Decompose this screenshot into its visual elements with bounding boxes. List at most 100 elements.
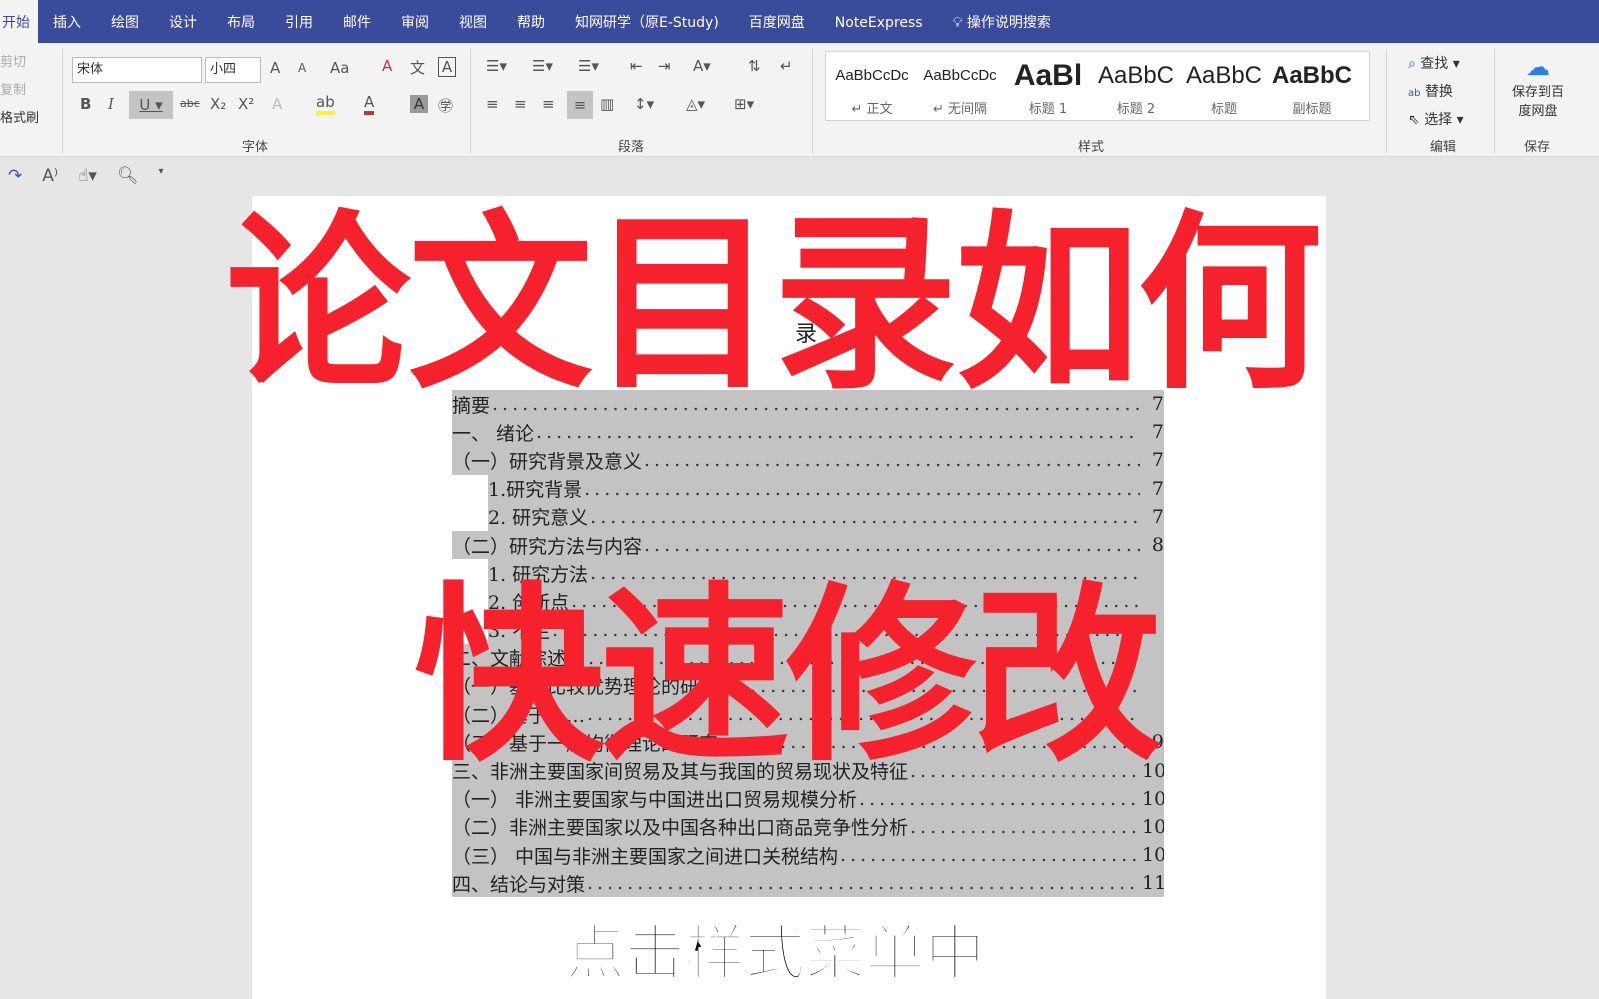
- style-sample: AaBbCcDc: [835, 67, 909, 84]
- bullets-icon[interactable]: ☰▾: [486, 57, 507, 75]
- tab-1[interactable]: 插入: [38, 0, 96, 43]
- baidu-cloud-icon: ☁: [1526, 53, 1550, 81]
- tab-2[interactable]: 绘图: [96, 0, 154, 43]
- borders-icon[interactable]: ⊞▾: [734, 95, 754, 113]
- search-icon: ⌕: [1408, 56, 1416, 72]
- enclose-character-icon[interactable]: ㊫: [438, 95, 453, 116]
- replace-button[interactable]: ab 替换: [1408, 81, 1453, 101]
- style-sample: AaBbCcDc: [923, 67, 997, 84]
- increase-indent-icon[interactable]: ⇥: [658, 57, 671, 75]
- tab-7[interactable]: 审阅: [386, 0, 444, 43]
- touch-mode-icon[interactable]: ☝▾: [78, 166, 97, 186]
- grow-font-icon[interactable]: A: [270, 59, 280, 77]
- style-item[interactable]: AaBbC 标题 2: [1092, 60, 1180, 117]
- toc-leader: [644, 449, 1140, 471]
- asian-layout-icon[interactable]: A▾: [693, 57, 711, 75]
- cut-button[interactable]: 剪切: [0, 51, 26, 70]
- sort-icon[interactable]: ⇅: [748, 57, 761, 75]
- print-preview-icon[interactable]: 🔍︎: [117, 166, 139, 186]
- character-shading-icon[interactable]: A: [410, 95, 428, 113]
- strikethrough-icon[interactable]: abc: [180, 97, 200, 110]
- show-marks-icon[interactable]: ↵: [780, 57, 793, 75]
- toc-leader: [587, 872, 1140, 894]
- cursor-icon: ⇖: [1408, 112, 1420, 128]
- customize-toolbar-icon[interactable]: ▾: [159, 166, 164, 186]
- align-right-icon[interactable]: ≡: [542, 95, 555, 113]
- phonetic-guide-icon[interactable]: 文: [410, 57, 425, 78]
- toc-entry[interactable]: （一）研究背景及意义 7: [452, 446, 1164, 474]
- toc-entry-text: （二）非洲主要国家以及中国各种出口商品竞争性分析: [452, 817, 909, 840]
- toc-entry-text: （三） 中国与非洲主要国家之间进口关税结构: [452, 845, 839, 868]
- divider: [62, 49, 63, 153]
- lightbulb-icon: 💡︎: [952, 15, 963, 31]
- highlight-icon[interactable]: ab: [316, 93, 335, 115]
- toc-entry-text: 四、结论与对策: [452, 873, 586, 896]
- editing-group-label: 编辑: [1430, 140, 1457, 155]
- toc-page-number: 7: [1151, 449, 1164, 472]
- multilevel-list-icon[interactable]: ☰▾: [578, 57, 599, 75]
- format-painter-button[interactable]: 格式刷: [0, 107, 39, 126]
- decrease-indent-icon[interactable]: ⇤: [630, 57, 643, 75]
- toc-entry[interactable]: （二）非洲主要国家以及中国各种出口商品竞争性分析 10: [452, 813, 1164, 841]
- underline-icon[interactable]: U ▾: [129, 91, 173, 119]
- clear-format-icon[interactable]: A: [382, 57, 392, 75]
- style-name: 标题: [1210, 102, 1237, 117]
- divider: [812, 49, 813, 153]
- tell-me-search[interactable]: 💡︎ 操作说明搜索: [938, 0, 1066, 43]
- toc-page-number: 7: [1151, 477, 1164, 500]
- italic-icon[interactable]: I: [108, 95, 114, 113]
- style-item[interactable]: AaBbCcDc ↵ 无间隔: [916, 60, 1004, 117]
- toc-entry[interactable]: （三） 中国与非洲主要国家之间进口关税结构 10: [452, 841, 1164, 869]
- toc-leader: [840, 844, 1140, 866]
- numbering-icon[interactable]: ☰▾: [532, 57, 553, 75]
- style-item[interactable]: AaBbCcDc ↵ 正文: [828, 60, 916, 117]
- style-item[interactable]: AaBl 标题 1: [1004, 60, 1092, 117]
- tab-3[interactable]: 设计: [154, 0, 212, 43]
- select-button[interactable]: ⇖ 选择 ▾: [1408, 109, 1464, 129]
- tab-5[interactable]: 引用: [270, 0, 328, 43]
- tab-9[interactable]: 帮助: [502, 0, 560, 43]
- font-color-icon[interactable]: A: [364, 93, 375, 115]
- toc-page-number: 10: [1142, 844, 1164, 867]
- tab-0[interactable]: 开始: [0, 0, 38, 43]
- redo-icon[interactable]: ↷: [8, 166, 22, 186]
- shrink-font-icon[interactable]: A: [298, 61, 306, 75]
- tab-11[interactable]: 百度网盘: [734, 0, 820, 43]
- bold-icon[interactable]: B: [80, 95, 91, 113]
- font-name-select[interactable]: 宋体: [72, 57, 202, 83]
- save-group-label: 保存: [1524, 140, 1551, 155]
- style-item[interactable]: AaBbC 标题: [1180, 60, 1268, 117]
- style-name: 副标题: [1292, 102, 1332, 117]
- font-size-select[interactable]: 小四: [205, 57, 261, 83]
- center-icon[interactable]: ≡: [514, 95, 527, 113]
- distributed-icon[interactable]: ▥: [600, 95, 614, 113]
- style-name: ↵ 无间隔: [932, 102, 988, 117]
- line-spacing-icon[interactable]: ↕▾: [634, 95, 654, 113]
- subscript-icon[interactable]: X₂: [210, 95, 226, 113]
- save-to-baidu-button[interactable]: ☁ 保存到百度网盘: [1506, 53, 1570, 119]
- style-item[interactable]: AaBbC 副标题: [1268, 60, 1356, 117]
- superscript-icon[interactable]: X²: [238, 95, 254, 113]
- copy-button[interactable]: 复制: [0, 79, 26, 98]
- toc-entry-text: 1.研究背景: [488, 479, 583, 502]
- quick-access-toolbar: ↷ A⁾ ☝▾ 🔍︎ ▾: [8, 166, 164, 186]
- justify-icon[interactable]: ≡: [567, 91, 593, 119]
- tab-8[interactable]: 视图: [444, 0, 502, 43]
- style-sample: AaBl: [1013, 60, 1083, 92]
- shading-icon[interactable]: ◬▾: [686, 95, 705, 113]
- find-button[interactable]: ⌕ 查找 ▾: [1408, 53, 1460, 73]
- toc-entry[interactable]: 四、结论与对策 11: [452, 869, 1164, 897]
- tab-12[interactable]: NoteExpress: [820, 0, 938, 43]
- change-case-icon[interactable]: Aa: [330, 59, 349, 77]
- tab-6[interactable]: 邮件: [328, 0, 386, 43]
- tab-4[interactable]: 布局: [212, 0, 270, 43]
- overlay-title-line2: 快速修改: [414, 566, 1162, 787]
- text-effects-icon[interactable]: A: [272, 95, 282, 113]
- style-sample: AaBbC: [1271, 62, 1352, 89]
- toc-entry[interactable]: 1.研究背景 7: [452, 474, 1164, 503]
- toc-leader: [910, 816, 1140, 838]
- align-left-icon[interactable]: ≡: [486, 95, 499, 113]
- character-border-icon[interactable]: A: [438, 57, 456, 77]
- read-aloud-icon[interactable]: A⁾: [42, 166, 58, 186]
- tab-10[interactable]: 知网研学（原E-Study): [560, 0, 734, 43]
